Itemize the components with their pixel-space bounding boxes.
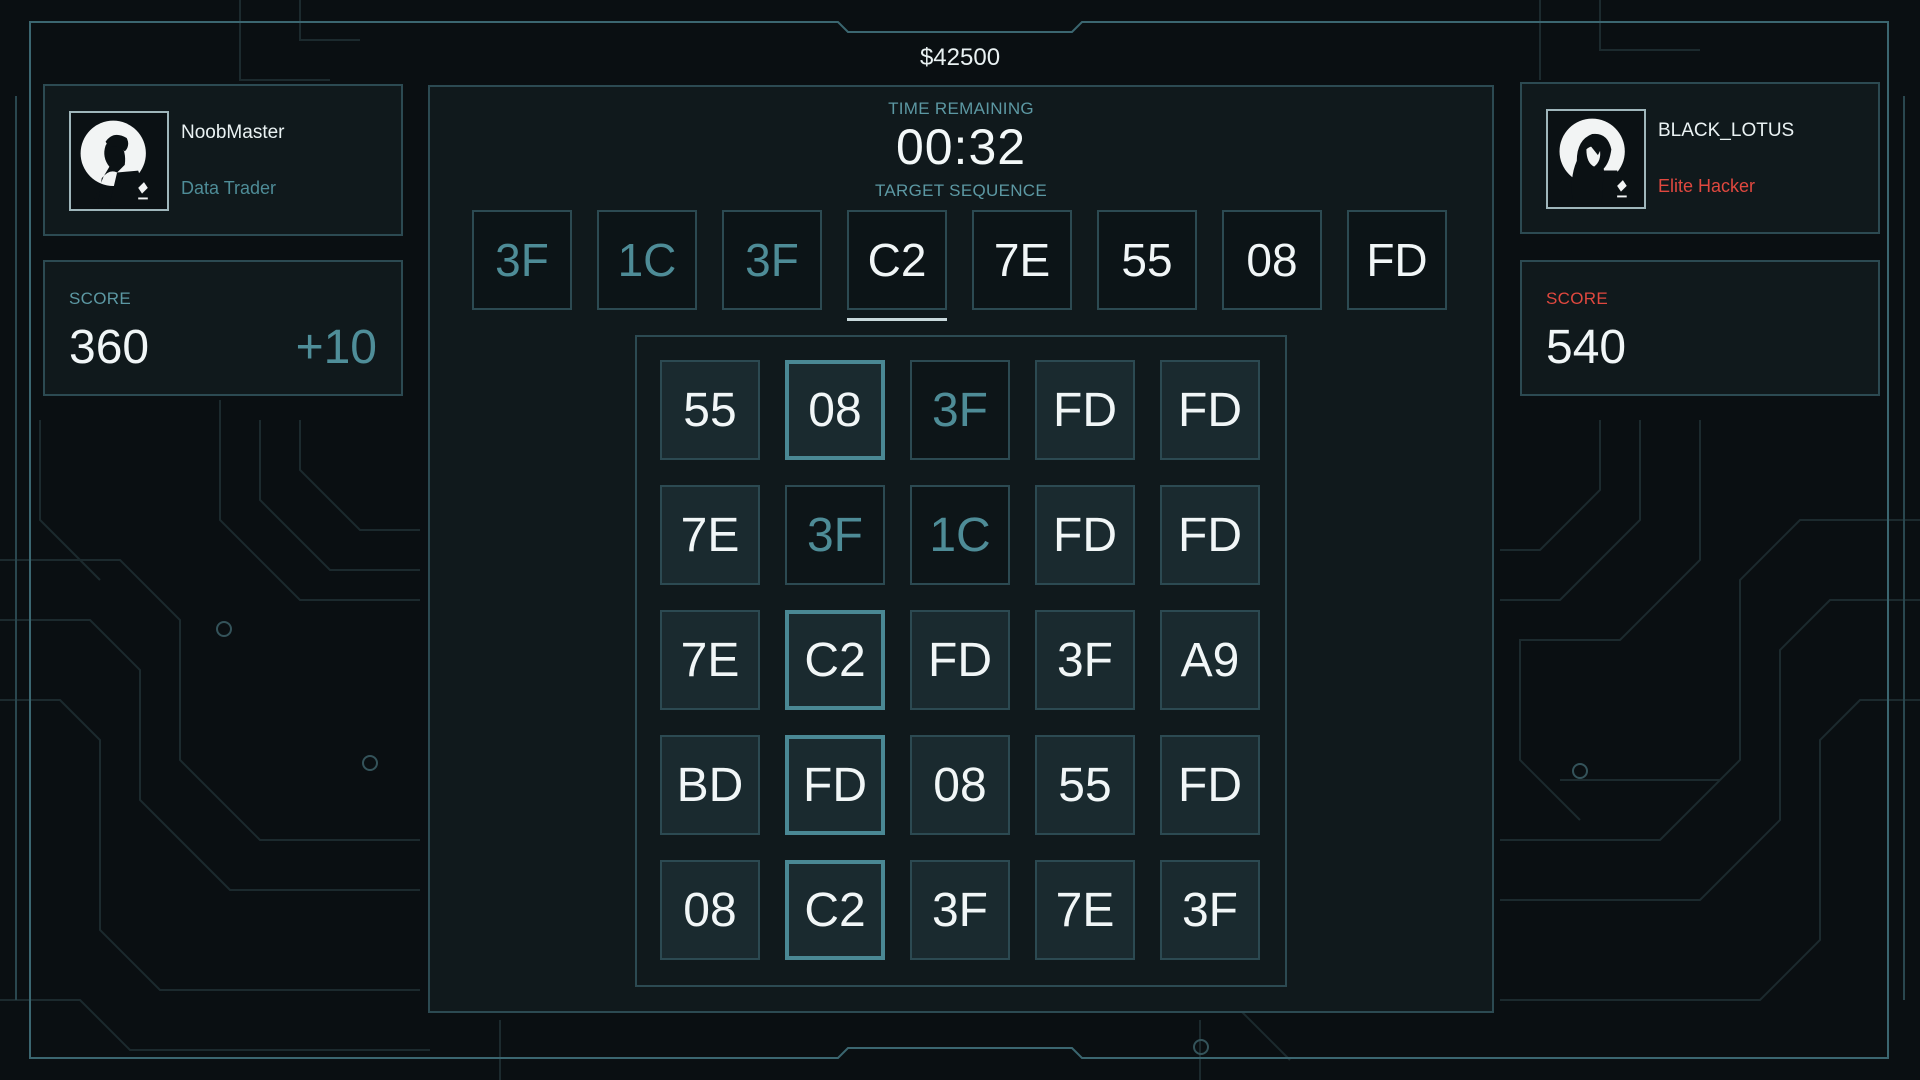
- matrix-cell[interactable]: 3F: [785, 485, 885, 585]
- opponent-score-label: SCORE: [1546, 289, 1608, 308]
- sequence-code: 3F: [722, 210, 822, 310]
- matrix-cell[interactable]: 7E: [1035, 860, 1135, 960]
- matrix-cell[interactable]: 08: [660, 860, 760, 960]
- sequence-code: C2: [847, 210, 947, 310]
- opponent-role: Elite Hacker: [1658, 176, 1756, 196]
- matrix-cell[interactable]: 3F: [910, 860, 1010, 960]
- matrix-cell[interactable]: 7E: [660, 610, 760, 710]
- matrix-cell[interactable]: FD: [1035, 485, 1135, 585]
- sequence-code: 1C: [597, 210, 697, 310]
- matrix-cell[interactable]: 08: [910, 735, 1010, 835]
- matrix-cell[interactable]: 55: [1035, 735, 1135, 835]
- player-score-panel: SCORE 360 +10: [43, 260, 403, 396]
- matrix-cell[interactable]: A9: [1160, 610, 1260, 710]
- player-name: NoobMaster: [181, 122, 285, 143]
- matrix-cell[interactable]: BD: [660, 735, 760, 835]
- matrix-cell[interactable]: 3F: [910, 360, 1010, 460]
- matrix-cell[interactable]: 3F: [1160, 860, 1260, 960]
- player-score: 360: [69, 321, 150, 374]
- player-score-delta: +10: [295, 321, 377, 374]
- sequence-code: 3F: [472, 210, 572, 310]
- sequence-code: 7E: [972, 210, 1072, 310]
- sequence-code: FD: [1347, 210, 1447, 310]
- opponent-card: BLACK_LOTUS Elite Hacker: [1520, 82, 1880, 234]
- matrix-cell[interactable]: FD: [785, 735, 885, 835]
- matrix-cell[interactable]: 55: [660, 360, 760, 460]
- opponent-score-panel: SCORE 540: [1520, 260, 1880, 396]
- matrix-cell[interactable]: 1C: [910, 485, 1010, 585]
- matrix-cell[interactable]: FD: [1160, 485, 1260, 585]
- matrix-cell[interactable]: C2: [785, 610, 885, 710]
- matrix-cell[interactable]: 08: [785, 360, 885, 460]
- avatar-icon: [1559, 118, 1629, 204]
- matrix-cell[interactable]: 7E: [660, 485, 760, 585]
- opponent-avatar: [1546, 109, 1646, 209]
- matrix-cell[interactable]: 3F: [1035, 610, 1135, 710]
- matrix-cell[interactable]: FD: [1035, 360, 1135, 460]
- timer-label: TIME REMAINING: [888, 99, 1034, 118]
- matrix-cell[interactable]: FD: [1160, 360, 1260, 460]
- player-score-label: SCORE: [69, 289, 131, 308]
- player-role: Data Trader: [181, 178, 277, 198]
- player-card: NoobMaster Data Trader: [43, 84, 403, 236]
- current-sequence-indicator: [847, 318, 947, 321]
- avatar-icon: [80, 120, 150, 206]
- target-sequence-label: TARGET SEQUENCE: [874, 181, 1047, 200]
- credits-display: $42500: [919, 44, 1001, 71]
- matrix-cell[interactable]: FD: [1160, 735, 1260, 835]
- matrix-cell[interactable]: FD: [910, 610, 1010, 710]
- sequence-code: 55: [1097, 210, 1197, 310]
- timer-value: 00:32: [895, 119, 1027, 175]
- opponent-score: 540: [1546, 321, 1627, 374]
- player-avatar: [69, 111, 169, 211]
- opponent-name: BLACK_LOTUS: [1658, 120, 1795, 141]
- matrix-cell[interactable]: C2: [785, 860, 885, 960]
- sequence-code: 08: [1222, 210, 1322, 310]
